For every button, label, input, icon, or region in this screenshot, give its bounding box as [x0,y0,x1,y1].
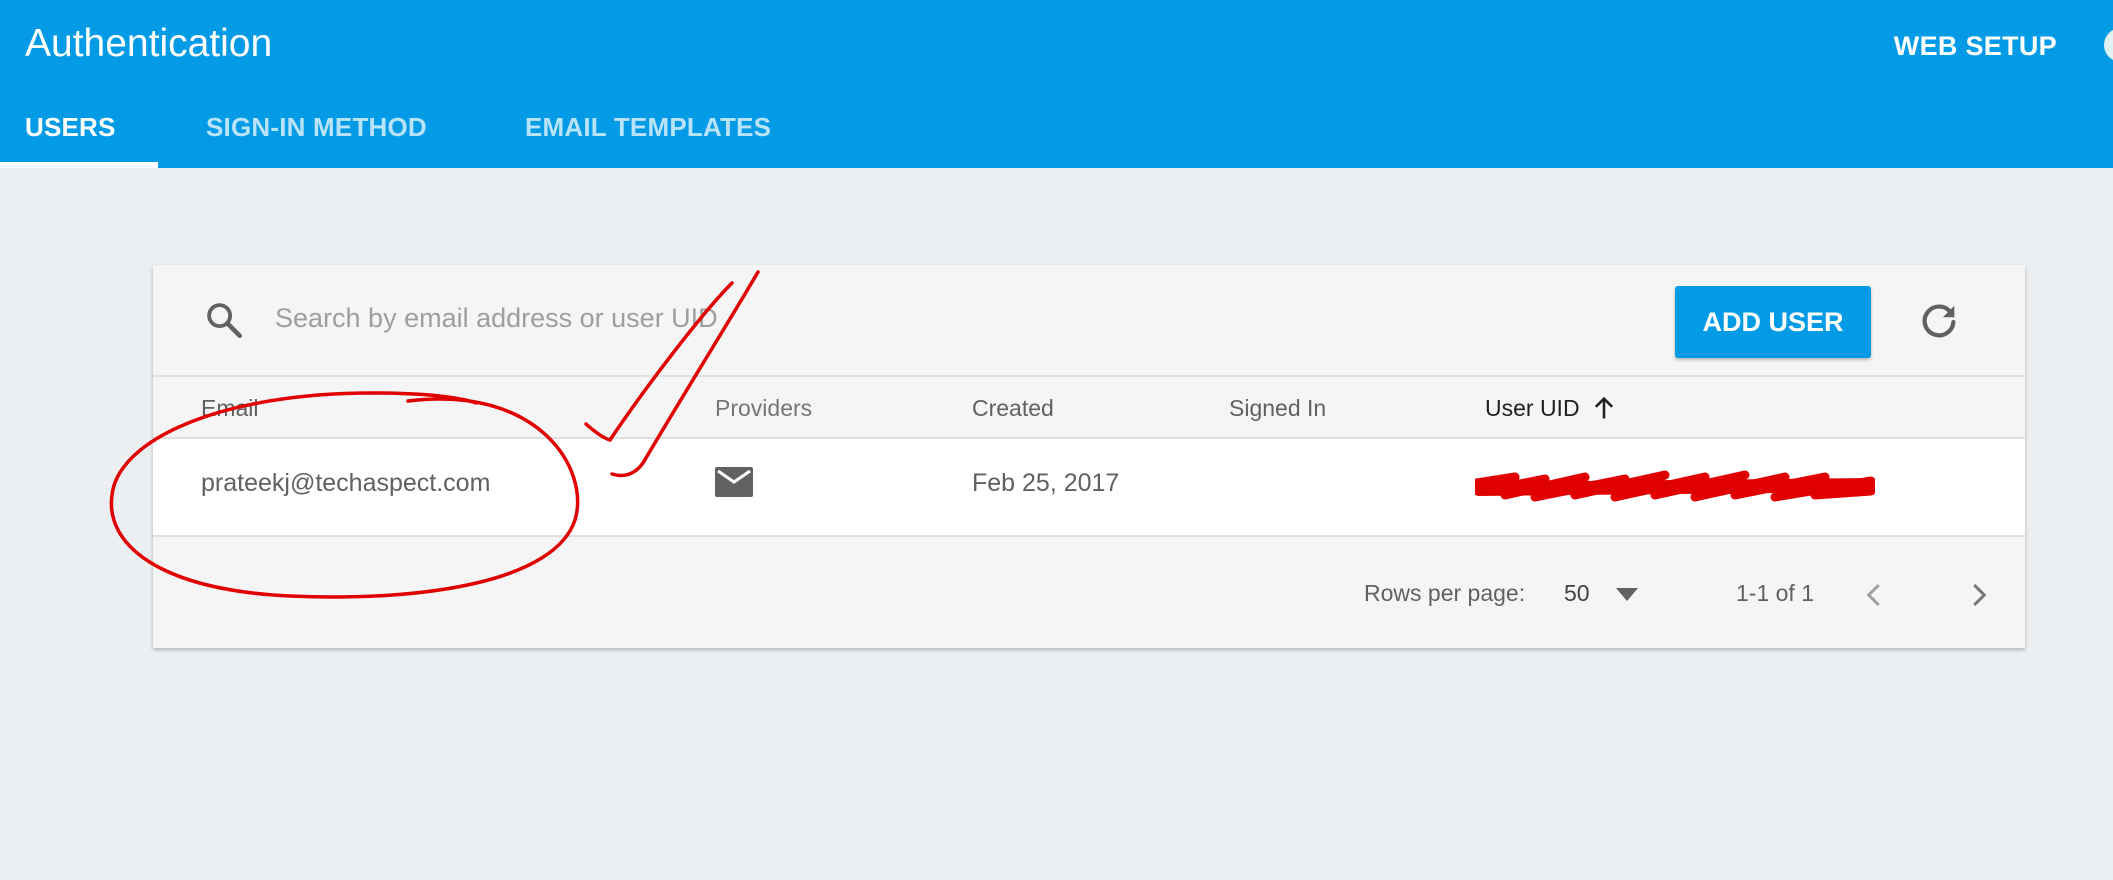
page-title: Authentication [25,22,273,65]
search-icon[interactable] [203,299,245,341]
row-created: Feb 25, 2017 [972,469,1120,497]
avatar[interactable] [2104,28,2113,62]
column-header-providers: Providers [715,395,813,421]
redacted-uid-scribble [1475,470,1875,502]
table-row[interactable]: prateekj@techaspect.com Feb 25, 2017 [153,439,2025,535]
refresh-icon[interactable] [1916,299,1962,345]
chevron-right-icon[interactable] [1963,579,1993,611]
column-header-signed-in[interactable]: Signed In [1229,395,1326,422]
rows-per-page-label: Rows per page: [1364,580,1526,606]
chevron-left-icon[interactable] [1860,579,1890,611]
tab-sign-in-method[interactable]: SIGN-IN METHOD [206,112,427,143]
toolbar-divider [153,375,2025,377]
row-divider [153,535,2025,537]
app-header: Authentication WEB SETUP USERS SIGN-IN M… [0,0,2113,168]
add-user-button[interactable]: ADD USER [1675,286,1871,358]
rows-per-page-select[interactable]: 50 [1564,580,1590,607]
column-header-user-uid[interactable]: User UID [1485,395,1580,422]
pagination-range: 1-1 of 1 [1736,580,1814,606]
web-setup-link[interactable]: WEB SETUP [1894,31,2057,62]
arrow-up-icon[interactable] [1590,394,1618,422]
tab-users[interactable]: USERS [25,112,116,143]
search-input[interactable] [273,295,837,341]
chevron-down-icon[interactable] [1616,588,1638,602]
tab-email-templates[interactable]: EMAIL TEMPLATES [525,112,771,143]
mail-icon [715,467,753,497]
active-tab-indicator [0,162,158,168]
users-card: ADD USER Email Providers Created Signed … [153,265,2025,648]
row-email: prateekj@techaspect.com [201,469,491,497]
column-header-created[interactable]: Created [972,395,1054,422]
column-header-email[interactable]: Email [201,395,259,422]
